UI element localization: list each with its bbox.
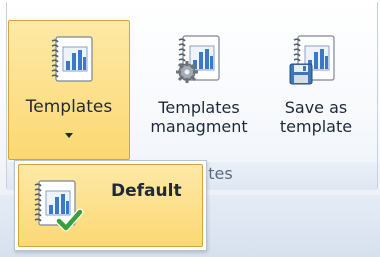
templates-button-label: Templates [25,97,113,117]
save-template-icon [289,35,335,85]
save-as-template-line2: template [279,117,353,136]
template-item-default[interactable]: Default [18,164,203,247]
template-item-default-label: Default [111,181,182,201]
templates-button[interactable]: Templates [8,20,130,160]
templates-management-label: Templates managment [136,98,262,136]
templates-management-line1: Templates [158,98,240,117]
template-chart-icon [51,36,93,82]
chevron-down-icon [65,133,73,138]
templates-management-button[interactable]: Templates managment [136,20,262,160]
default-template-check-icon [34,180,84,232]
template-settings-icon [176,35,220,83]
save-as-template-label: Save as template [266,98,366,136]
templates-dropdown-menu: Default [14,160,207,251]
save-as-template-line1: Save as [284,98,348,117]
templates-management-line2: managment [150,117,248,136]
save-as-template-button[interactable]: Save as template [266,20,366,160]
